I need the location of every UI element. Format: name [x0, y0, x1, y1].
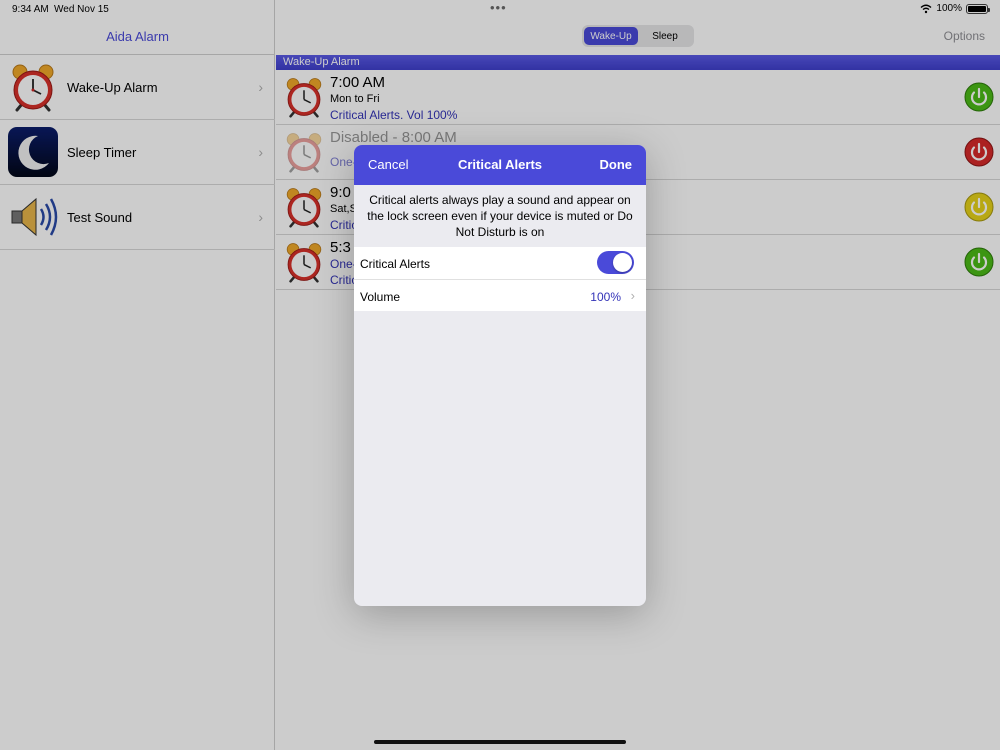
done-button[interactable]: Done: [600, 157, 633, 172]
battery-icon: [966, 3, 990, 14]
home-indicator[interactable]: [374, 740, 626, 744]
modal-description: Critical alerts always play a sound and …: [354, 185, 646, 247]
multitasking-dots-icon[interactable]: •••: [490, 0, 507, 15]
critical-alerts-modal: Cancel Critical Alerts Done Critical ale…: [354, 145, 646, 606]
critical-alerts-label: Critical Alerts: [360, 257, 431, 271]
status-date: Wed Nov 15: [54, 4, 109, 15]
battery-percent: 100%: [936, 3, 962, 14]
wifi-icon: [920, 4, 932, 13]
critical-alerts-toggle[interactable]: [597, 251, 634, 274]
status-right: 100%: [920, 3, 990, 14]
volume-row[interactable]: Volume 100% ›: [354, 279, 646, 311]
status-time: 9:34 AM: [12, 4, 49, 15]
status-bar: 9:34 AM Wed Nov 15 ••• 100%: [0, 0, 1000, 18]
volume-label: Volume: [360, 290, 401, 304]
volume-value: 100%: [590, 290, 621, 304]
critical-alerts-row: Critical Alerts: [354, 247, 646, 279]
modal-nav-bar: Cancel Critical Alerts Done: [354, 145, 646, 185]
chevron-right-icon: ›: [630, 288, 635, 303]
toggle-knob: [613, 253, 632, 272]
